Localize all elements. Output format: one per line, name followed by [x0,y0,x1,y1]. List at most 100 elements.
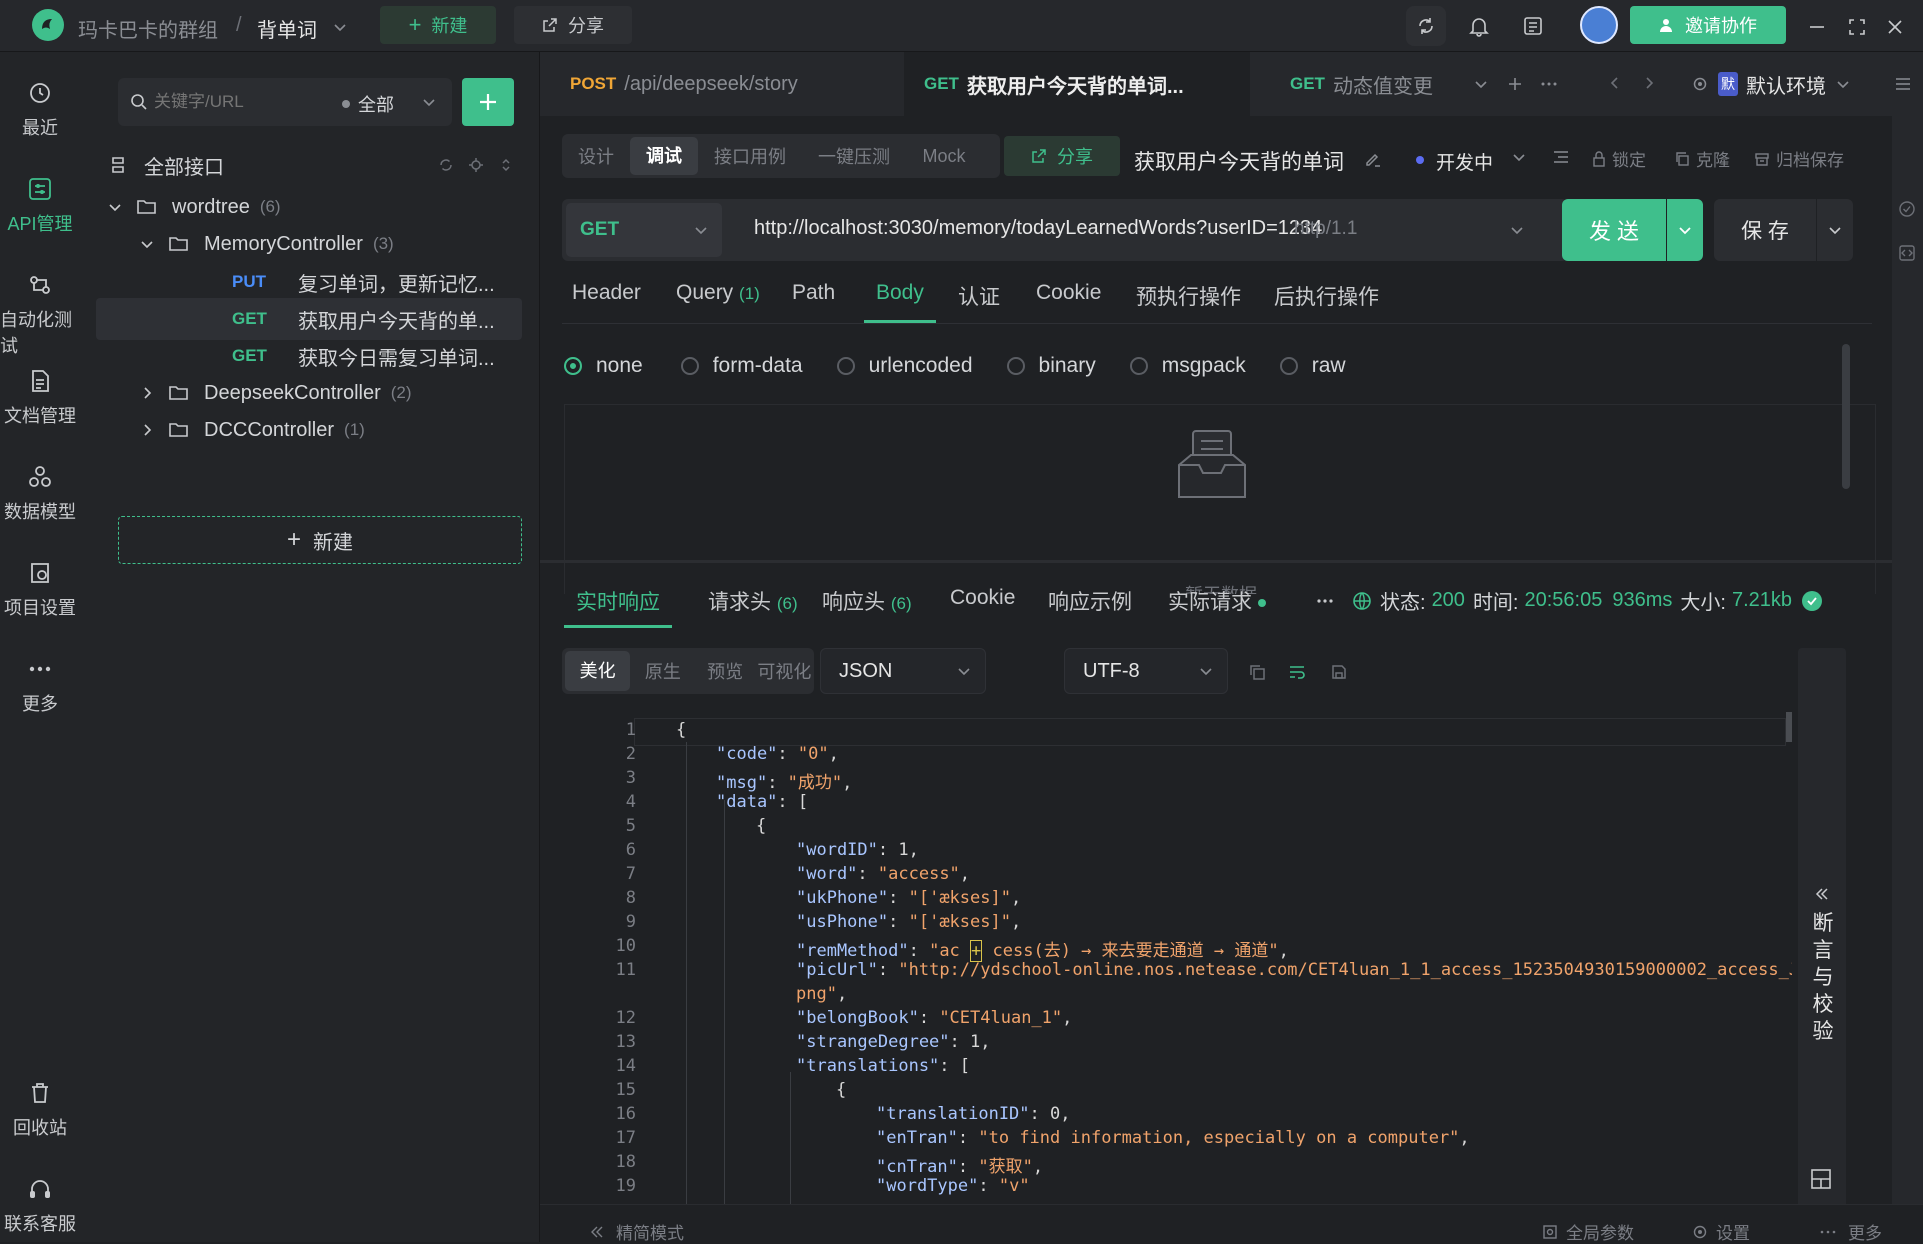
chevron-down-icon[interactable] [1510,223,1524,237]
search-input[interactable] [154,88,314,116]
copy-icon[interactable] [1248,663,1266,681]
view-beautify[interactable]: 美化 [565,651,631,691]
code-scrollbar[interactable] [1786,712,1792,742]
collapse-icon[interactable] [498,157,514,173]
send-button[interactable]: 发 送 [1562,199,1666,261]
resp-tab-live[interactable]: 实时响应 [576,586,660,616]
body-type-raw[interactable]: raw [1279,354,1346,378]
team-name[interactable]: 玛卡巴卡的群组 [78,14,218,43]
assertion-panel-toggle[interactable]: 断言与校验 [1798,648,1846,1226]
tree-api-item[interactable]: PUT 复习单词，更新记忆... [96,261,500,303]
nav-support[interactable]: 联系客服 [0,1174,80,1236]
lock-button[interactable]: 锁定 [1592,146,1646,171]
req-tab-auth[interactable]: 认证 [958,281,1000,311]
environment-select[interactable]: 默 默认环境 [1676,62,1888,106]
req-tab-post[interactable]: 后执行操作 [1274,281,1379,311]
req-tab-path[interactable]: Path [792,281,835,305]
req-tab-body[interactable]: Body [876,281,924,305]
req-tab-cookie[interactable]: Cookie [1036,281,1101,305]
project-name[interactable]: 背单词 [257,14,317,43]
archive-button[interactable]: 归档保存 [1754,146,1844,171]
avatar[interactable] [1580,6,1618,44]
nav-trash[interactable]: 回收站 [0,1078,80,1140]
resp-tab-resp-headers[interactable]: 响应头 (6) [822,586,912,616]
close-icon[interactable] [1886,18,1904,36]
settings-button[interactable]: 设置 [1692,1219,1750,1244]
body-type-urlencoded[interactable]: urlencoded [836,354,973,378]
request-tab-active[interactable]: GET 获取用户今天背的单词... [904,52,1250,116]
tree-api-item-selected[interactable]: GET 获取用户今天背的单... [96,298,522,340]
filter-select[interactable]: 全部 [358,91,394,117]
method-select[interactable]: GET [566,203,722,257]
nav-recent[interactable]: 最近 [0,78,80,140]
wrap-icon[interactable] [1288,663,1306,681]
nav-project-settings[interactable]: 项目设置 [0,558,80,620]
nav-automation[interactable]: 自动化测试 [0,270,80,358]
save-icon[interactable] [1330,663,1348,681]
send-dropdown[interactable] [1667,199,1703,261]
invite-button[interactable]: 邀请协作 [1630,6,1786,44]
refresh-icon[interactable] [438,157,454,173]
nav-api-management[interactable]: API管理 [0,174,80,236]
tree-api-item[interactable]: GET 获取今日需复习单词... [96,335,500,377]
check-circle-icon[interactable] [1898,200,1916,218]
tree-folder-memorycontroller[interactable]: MemoryController (3) [140,223,544,265]
mode-tab-stress[interactable]: 一键压测 [802,143,906,169]
view-raw[interactable]: 原生 [630,658,695,684]
api-share-button[interactable]: 分享 [1004,136,1120,176]
resp-tab-req-headers[interactable]: 请求头 (6) [708,586,798,616]
body-scrollbar[interactable] [1842,344,1850,489]
nav-more[interactable]: 更多 [0,654,80,716]
nav-documents[interactable]: 文档管理 [0,366,80,428]
mode-tab-design[interactable]: 设计 [562,143,630,169]
api-name[interactable]: 获取用户今天背的单词 [1134,146,1348,176]
all-interfaces-row[interactable]: 全部接口 [108,144,512,186]
more-icon[interactable] [1316,598,1334,604]
chevron-down-icon[interactable] [333,20,347,34]
view-visual[interactable]: 可视化 [755,658,814,684]
save-button[interactable]: 保 存 [1714,199,1816,261]
locate-icon[interactable] [468,157,484,173]
menu-icon[interactable] [1894,76,1912,92]
add-tab-icon[interactable] [1507,76,1523,92]
req-tab-query[interactable]: Query (1) [676,281,760,305]
response-code-view[interactable]: 1{ 2 "code": "0", 3 "msg": "成功", 4 "data": … [562,712,1792,1236]
save-dropdown[interactable] [1817,199,1853,261]
view-preview[interactable]: 预览 [695,658,754,684]
maximize-icon[interactable] [1848,18,1866,36]
body-type-form-data[interactable]: form-data [680,354,803,378]
chevron-down-icon[interactable] [422,95,436,109]
panel-divider[interactable] [540,560,1892,563]
chevron-down-icon[interactable] [1512,150,1526,164]
protocol-select[interactable]: http/1.1 [1294,218,1357,240]
minimize-icon[interactable] [1808,18,1826,36]
request-tab[interactable]: POST /api/deepseek/story [570,52,840,116]
share-button[interactable]: 分享 [514,6,632,44]
mode-tab-debug[interactable]: 调试 [630,137,698,175]
more-tabs-icon[interactable] [1540,76,1558,92]
align-icon[interactable] [1552,148,1570,166]
format-select[interactable]: JSON [820,648,986,694]
mode-tab-cases[interactable]: 接口用例 [698,143,802,169]
refresh-button[interactable] [1406,6,1446,46]
api-status[interactable]: 开发中 [1436,148,1493,175]
clone-button[interactable]: 克隆 [1674,146,1730,171]
encoding-select[interactable]: UTF-8 [1064,648,1228,694]
tree-folder-wordtree[interactable]: wordtree (6) [108,186,512,228]
notes-icon[interactable] [1522,15,1544,37]
chevron-left-icon[interactable] [1608,76,1622,90]
tree-folder-deepseekcontroller[interactable]: DeepseekController (2) [140,372,544,414]
body-type-binary[interactable]: binary [1006,354,1096,378]
mode-tab-mock[interactable]: Mock [906,146,982,167]
global-params-button[interactable]: 全局参数 [1542,1219,1634,1244]
url-input[interactable]: http://localhost:3030/memory/todayLearne… [754,217,1322,240]
search-box[interactable]: 全部 [118,78,452,126]
code-icon[interactable] [1898,244,1916,262]
tree-folder-dcccontroller[interactable]: DCCController (1) [140,409,544,451]
chevron-right-icon[interactable] [1642,76,1656,90]
new-button[interactable]: + 新建 [380,6,496,44]
more-button[interactable]: 更多 [1820,1219,1882,1244]
simple-mode-button[interactable]: 精简模式 [590,1219,684,1244]
chevron-down-icon[interactable] [1474,77,1488,91]
resp-tab-cookie[interactable]: Cookie [950,586,1015,610]
